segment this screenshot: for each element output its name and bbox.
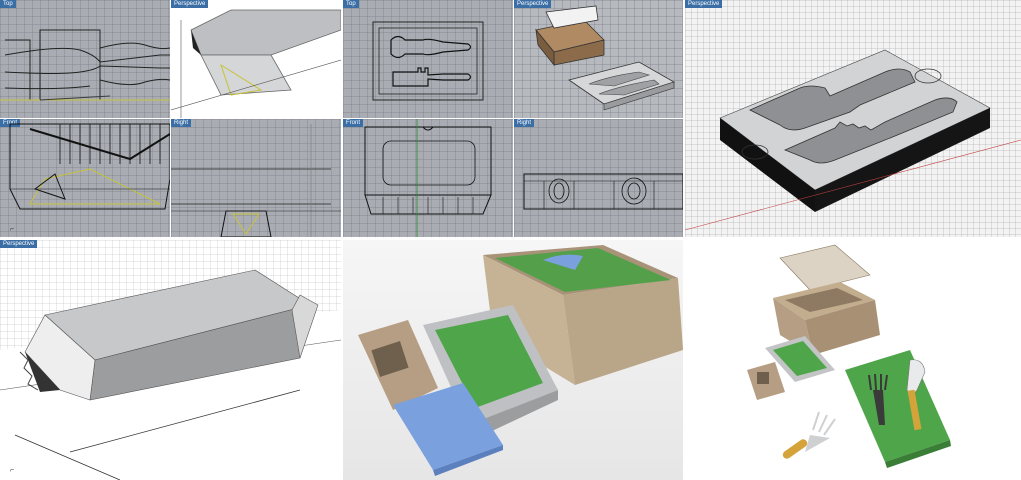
box-front-wire	[364, 119, 492, 237]
viewport-top[interactable]: Top	[0, 0, 170, 118]
right-view-wire	[171, 124, 341, 237]
box-and-tray-shaded	[535, 5, 675, 111]
box-right-wire	[523, 173, 683, 210]
viewport-front[interactable]: Front ⌐	[0, 119, 170, 237]
viewport-front[interactable]: Front	[343, 119, 513, 237]
foil-pack-shaded: ⌐	[0, 269, 341, 480]
viewport-right[interactable]: Right	[514, 119, 683, 237]
axis-gizmo-icon: ⌐	[10, 467, 14, 474]
panel-fork-wireframe: Top Perspective Front ⌐ Right	[0, 0, 341, 237]
viewport-perspective[interactable]: Perspective	[685, 0, 1021, 237]
panel-render-kit	[685, 240, 1021, 480]
tray-render	[685, 49, 1021, 231]
render-kit-scene	[747, 244, 951, 468]
fork-outline-top	[0, 29, 170, 101]
panel-tray-perspective: Perspective	[685, 0, 1021, 237]
viewport-perspective[interactable]: Perspective	[514, 0, 683, 118]
fork-front-wire: ⌐	[9, 123, 170, 233]
viewport-top[interactable]: Top	[343, 0, 513, 118]
tray-top-wire	[372, 21, 484, 101]
box-perspective-wire	[171, 9, 341, 118]
axis-gizmo-icon: ⌐	[10, 226, 14, 233]
viewport-perspective[interactable]: Perspective ⌐	[0, 240, 341, 480]
panel-pack-perspective: Perspective ⌐	[0, 240, 341, 480]
viewport-perspective[interactable]: Perspective	[171, 0, 341, 118]
viewport-right[interactable]: Right	[171, 119, 341, 237]
render-pack-scene	[343, 240, 683, 480]
panel-box-wireframe: Top Perspective Front Right	[343, 0, 683, 237]
panel-render-pack	[343, 240, 683, 480]
